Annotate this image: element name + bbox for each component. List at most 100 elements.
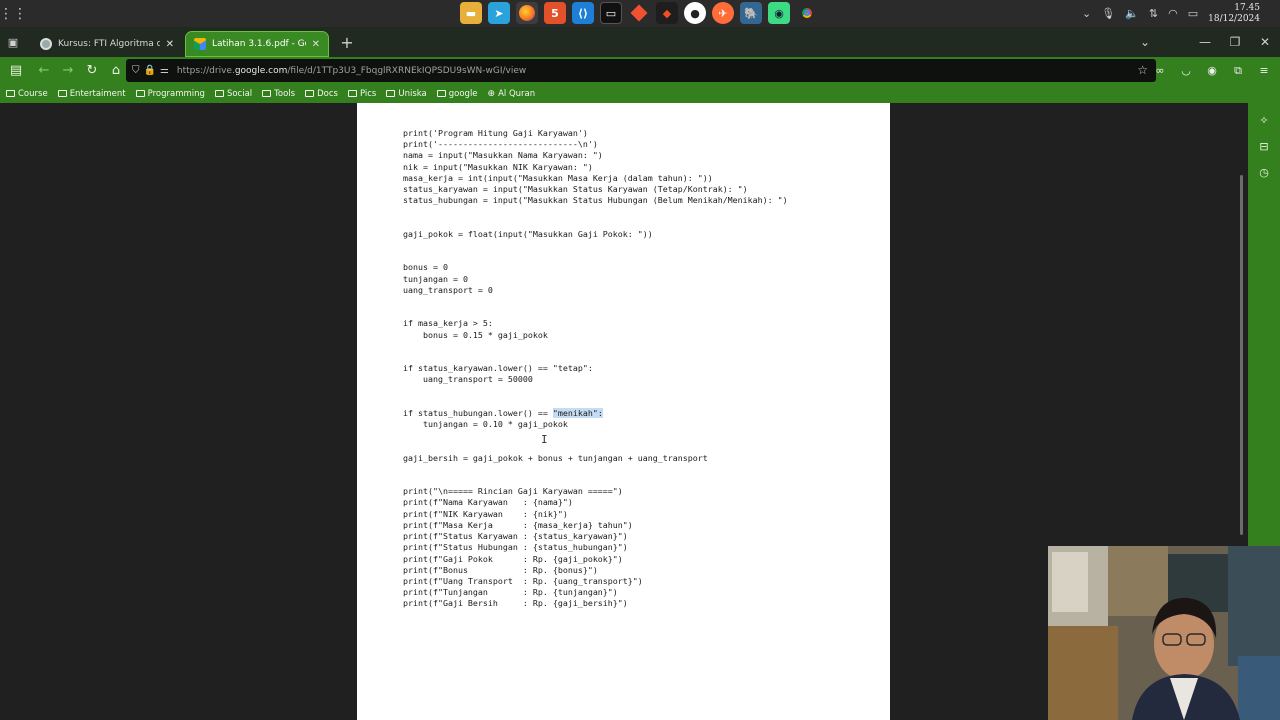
code-line: print(f"Tunjangan : Rp. {tunjangan}") (403, 587, 618, 598)
html5-icon[interactable]: 5 (544, 2, 566, 24)
menu-icon[interactable]: ≡ (1254, 64, 1274, 77)
folder-icon (135, 90, 145, 97)
code-line: print(f"Uang Transport : Rp. {uang_trans… (403, 575, 643, 586)
shield-icon[interactable]: ⛉ (132, 65, 140, 76)
moodle-favicon-icon (40, 38, 52, 50)
obs-icon[interactable]: ● (684, 2, 706, 24)
toolbar-extensions: ∞ ◡ ◉ ⧉ ≡ (1150, 57, 1274, 84)
bookmark-tools[interactable]: Tools (262, 89, 295, 99)
bookmark-label: Course (18, 88, 48, 99)
code-line: print('Program Hitung Gaji Karyawan') (403, 128, 588, 138)
bookmarks-panel-icon[interactable]: ⊟ (1248, 133, 1280, 159)
bookmark-course[interactable]: Course (6, 89, 48, 99)
tab-title: Kursus: FTI Algoritma dan Pem (58, 39, 160, 49)
network-icon[interactable]: ⇅ (1149, 7, 1158, 20)
bookmark-uniska[interactable]: Uniska (386, 89, 427, 99)
url-prefix: https://drive. (176, 65, 235, 76)
tab-overview-icon[interactable]: ▣ (0, 36, 26, 49)
clock[interactable]: 17.45 18/12/2024 (1208, 3, 1260, 25)
bookmark-social[interactable]: Social (214, 89, 252, 99)
telegram-icon[interactable]: ➤ (488, 2, 510, 24)
code-line: gaji_bersih = gaji_pokok + bonus + tunja… (403, 452, 708, 463)
ai-chat-icon[interactable]: ✧ (1248, 107, 1280, 133)
volume-icon[interactable]: 🔈 (1125, 7, 1139, 20)
folder-icon (347, 90, 357, 97)
code-line: print(f"Status Karyawan : {status_karyaw… (403, 531, 628, 542)
bookmark-programming[interactable]: Programming (135, 88, 205, 99)
system-tray: ⌄ 🎙 🔈 ⇅ ◠ ▭ 17.45 18/12/2024 (1082, 0, 1260, 27)
tab-list-chevron-icon[interactable]: ⌄ (1130, 35, 1160, 49)
text-selection-highlight: "menikah": (552, 407, 603, 418)
clock-date: 18/12/2024 (1208, 13, 1260, 24)
bookmark-pics[interactable]: Pics (347, 88, 377, 99)
git-icon[interactable] (628, 2, 650, 24)
infinity-extension-icon[interactable]: ∞ (1150, 64, 1170, 77)
bookmark-label: Tools (274, 88, 296, 99)
tab-latihan-pdf[interactable]: Latihan 3.1.6.pdf - Google Drive ✕ (185, 31, 329, 57)
close-icon[interactable]: ✕ (312, 39, 320, 50)
bookmark-star-icon[interactable]: ☆ (1137, 63, 1148, 77)
bookmark-entertaiment[interactable]: Entertaiment (57, 89, 126, 99)
code-line: status_karyawan = input("Masukkan Status… (403, 184, 748, 195)
pocket-icon[interactable]: ◡ (1176, 64, 1196, 77)
code-line: bonus = 0 (403, 262, 448, 273)
terminal-icon[interactable]: ▭ (600, 2, 622, 24)
code-line: if masa_kerja > 5: (403, 318, 493, 329)
sidebar-toggle-icon[interactable]: ▤ (4, 59, 28, 83)
code-line: print(f"Gaji Bersih : Rp. {gaji_bersih}"… (403, 598, 628, 609)
back-button[interactable]: ← (32, 59, 56, 83)
url-path: /file/d/1TTp3U3_FbqglRXRNEkIQPSDU9sWN-wG… (287, 65, 527, 76)
tab-kursus[interactable]: Kursus: FTI Algoritma dan Pem ✕ (32, 32, 182, 56)
window-controls: ⌄ — ❐ ✕ (1130, 27, 1280, 57)
close-window-button[interactable]: ✕ (1250, 35, 1280, 49)
microphone-icon[interactable]: 🎙 (1101, 7, 1115, 20)
firefox-icon[interactable] (516, 2, 538, 24)
chevron-down-icon[interactable]: ⌄ (1082, 7, 1091, 20)
forward-button[interactable]: → (56, 59, 80, 83)
folder-icon (436, 90, 446, 97)
permissions-icon[interactable]: ⚌ (160, 65, 169, 76)
code-block: print('Program Hitung Gaji Karyawan') pri… (403, 128, 788, 610)
android-icon[interactable]: ◉ (768, 2, 790, 24)
app-grid-icon[interactable]: ⋮⋮ (0, 0, 27, 27)
history-icon[interactable]: ◷ (1248, 159, 1280, 185)
reload-button[interactable]: ↻ (80, 59, 104, 83)
chrome-icon[interactable] (796, 2, 818, 24)
bookmark-docs[interactable]: Docs (305, 89, 338, 99)
minimize-button[interactable]: — (1190, 35, 1220, 49)
home-button[interactable]: ⌂ (104, 59, 128, 83)
postman-icon[interactable]: ✈ (712, 2, 734, 24)
account-icon[interactable]: ◉ (1202, 64, 1222, 77)
bookmark-label: Programming (147, 88, 205, 99)
code-line: uang_transport = 0 (403, 284, 493, 295)
lock-icon[interactable]: 🔒 (144, 65, 156, 76)
vscode-icon[interactable]: ⟨⟩ (572, 2, 594, 24)
new-tab-button[interactable]: + (334, 29, 360, 55)
address-bar[interactable]: ⛉ 🔒 ⚌ https://drive.google.com/file/d/1T… (126, 59, 1156, 82)
wifi-icon[interactable]: ◠ (1168, 7, 1178, 20)
close-icon[interactable]: ✕ (166, 39, 174, 50)
bookmark-google[interactable]: google (436, 89, 478, 99)
code-line: masa_kerja = int(input("Masukkan Masa Ke… (403, 172, 713, 183)
bookmark-label: Pics (359, 88, 377, 99)
code-line: if status_karyawan.lower() == "tetap": (403, 363, 593, 374)
postgres-icon[interactable]: 🐘 (740, 2, 762, 24)
extensions-icon[interactable]: ⧉ (1228, 64, 1248, 78)
folder-icon (6, 90, 15, 97)
text-cursor-icon: I (541, 433, 548, 446)
files-icon[interactable]: ▬ (460, 2, 482, 24)
url-text[interactable]: https://drive.google.com/file/d/1TTp3U3_… (177, 66, 526, 76)
clock-time: 17.45 (1234, 2, 1260, 13)
code-line: print("\n===== Rincian Gaji Karyawan ===… (403, 486, 623, 497)
bookmark-al-quran[interactable]: ⊕ Al Quran (488, 89, 536, 99)
battery-icon[interactable]: ▭ (1188, 7, 1198, 20)
figma-icon[interactable]: ◆ (656, 2, 678, 24)
page-scrollbar[interactable] (1240, 175, 1243, 535)
webcam-person-image (1048, 546, 1280, 720)
restore-button[interactable]: ❐ (1220, 35, 1250, 49)
